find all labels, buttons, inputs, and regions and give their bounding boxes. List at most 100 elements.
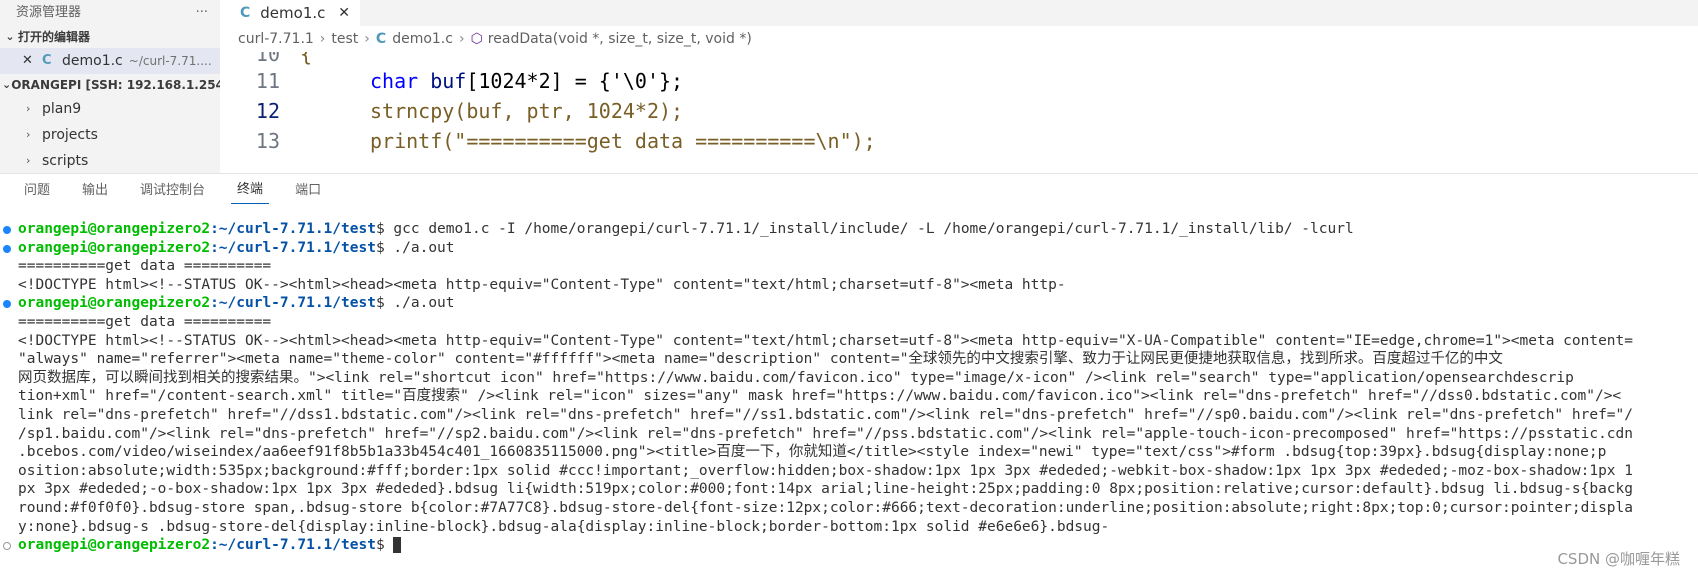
chevron-right-icon: › — [26, 154, 31, 167]
code-line: 10 { — [220, 52, 1698, 66]
output-text: <!DOCTYPE html><!--STATUS OK--><html><he… — [18, 276, 1066, 293]
watermark: CSDN @咖喱年糕 — [1557, 550, 1680, 568]
tab-ports[interactable]: 端口 — [289, 179, 327, 204]
terminal-output-line: link rel="dns-prefetch" href="//dss1.bds… — [0, 406, 1698, 425]
output-text: ==========get data ========== — [18, 258, 272, 275]
explorer-title: 资源管理器 — [16, 5, 82, 20]
close-icon[interactable]: ✕ — [22, 48, 42, 74]
bottom-panel: 问题 输出 调试控制台 终端 端口 orangepi@orangepizero2… — [0, 173, 1698, 587]
terminal[interactable]: orangepi@orangepizero2:~/curl-7.71.1/tes… — [0, 220, 1698, 580]
terminal-output-line: px 3px #ededed;-o-box-shadow:1px 1px 3px… — [0, 480, 1698, 499]
open-editor-path-hint: ~/curl-7.71.... — [128, 54, 212, 68]
c-file-icon: C — [240, 5, 251, 21]
chevron-right-icon: › — [458, 31, 465, 47]
prompt-path: :~/curl-7.71.1/test — [210, 221, 376, 237]
terminal-output-line: 网页数据库，可以瞬间找到相关的搜索结果。"><link rel="shortcu… — [0, 369, 1698, 388]
more-actions-icon[interactable]: ··· — [196, 0, 208, 26]
tab-problems[interactable]: 问题 — [18, 179, 56, 204]
folder-item-scripts[interactable]: › scripts — [0, 148, 220, 173]
terminal-prompt-line: orangepi@orangepizero2:~/curl-7.71.1/tes… — [0, 294, 1698, 313]
terminal-prompt-line: orangepi@orangepizero2:~/curl-7.71.1/tes… — [0, 220, 1698, 239]
code-text: char buf[1024*2] = {'\0'}; — [280, 66, 683, 96]
line-number: 13 — [255, 129, 280, 153]
breadcrumb-item[interactable]: curl-7.71.1 — [238, 26, 314, 52]
panel-tabs: 问题 输出 调试控制台 终端 端口 — [0, 174, 1698, 204]
folder-label: projects — [42, 127, 98, 143]
method-cube-icon: ⬡ — [470, 31, 483, 47]
output-text: y:none}.bdsug-s .bdsug-store-del{display… — [18, 518, 1110, 535]
output-text: osition:absolute;width:535px;background:… — [18, 462, 1634, 479]
c-file-icon: C — [42, 53, 52, 68]
chevron-right-icon: › — [26, 102, 31, 115]
chevron-down-icon: ⌄ — [2, 78, 12, 91]
remote-folder-section[interactable]: ⌄ ORANGEPI [SSH: 192.168.1.254] — [0, 74, 220, 96]
output-text: .bcebos.com/video/wiseindex/aa6eef91f8b5… — [18, 444, 1607, 461]
code-line: 12 strncpy(buf, ptr, 1024*2); — [220, 96, 1698, 126]
editor-tab-demo1[interactable]: C demo1.c ✕ — [220, 0, 360, 26]
prompt-command: $ ./a.out — [375, 239, 455, 256]
terminal-output-line: round:#f0f0f0}.bdsug-store span,.bdsug-s… — [0, 499, 1698, 518]
code-rest: [1024*2] = {'\0'}; — [466, 69, 684, 93]
breadcrumb-item[interactable]: readData(void *, size_t, size_t, void *) — [488, 26, 752, 52]
tab-output[interactable]: 输出 — [76, 179, 114, 204]
output-text: link rel="dns-prefetch" href="//dss1.bds… — [18, 406, 1634, 423]
terminal-prompt-line: orangepi@orangepizero2:~/curl-7.71.1/tes… — [0, 536, 1698, 555]
chevron-right-icon: › — [319, 31, 326, 47]
output-text: px 3px #ededed;-o-box-shadow:1px 1px 3px… — [18, 481, 1634, 498]
c-file-icon: C — [375, 31, 387, 47]
editor-tab-bar: C demo1.c ✕ — [220, 0, 1698, 26]
output-text: /sp1.baidu.com"/><link rel="dns-prefetch… — [18, 425, 1634, 442]
code-line: 11 char buf[1024*2] = {'\0'}; — [220, 66, 1698, 96]
chevron-down-icon: ⌄ — [5, 30, 15, 43]
open-editors-label: 打开的编辑器 — [18, 30, 91, 44]
prompt-user: orangepi@orangepizero2 — [18, 239, 211, 256]
terminal-output-line: .bcebos.com/video/wiseindex/aa6eef91f8b5… — [0, 443, 1698, 462]
output-text: tion+xml" href="/content-search.xml" tit… — [18, 388, 1622, 405]
folder-label: plan9 — [42, 101, 82, 117]
prompt-user: orangepi@orangepizero2 — [18, 221, 211, 237]
code-text: strncpy(buf, ptr, 1024*2); — [370, 99, 684, 123]
close-tab-icon[interactable]: ✕ — [338, 5, 350, 21]
line-number: 10 — [255, 52, 280, 66]
command-decoration-icon[interactable] — [3, 244, 11, 253]
explorer-title-row: 资源管理器 ··· — [0, 0, 220, 26]
chevron-right-icon: › — [364, 31, 370, 47]
tab-debug-console[interactable]: 调试控制台 — [134, 179, 211, 204]
line-number: 12 — [255, 99, 280, 123]
terminal-prompt-line: orangepi@orangepizero2:~/curl-7.71.1/tes… — [0, 239, 1698, 258]
breadcrumb-item[interactable]: test — [331, 26, 358, 52]
prompt-command: $ — [375, 537, 394, 554]
open-editors-section[interactable]: ⌄ 打开的编辑器 — [0, 26, 220, 48]
chevron-right-icon: › — [26, 128, 31, 141]
terminal-output-line: ==========get data ========== — [0, 257, 1698, 276]
command-decoration-icon[interactable] — [3, 300, 11, 309]
prompt-user: orangepi@orangepizero2 — [18, 537, 211, 554]
tab-terminal[interactable]: 终端 — [231, 178, 270, 204]
code-view[interactable]: 10 { 11 char buf[1024*2] = {'\0'}; 12 st… — [220, 52, 1698, 173]
output-text: ==========get data ========== — [18, 313, 272, 330]
folder-item-projects[interactable]: › projects — [0, 122, 220, 148]
open-editor-item[interactable]: ✕ C demo1.c ~/curl-7.71.... — [0, 48, 220, 74]
terminal-output-line: tion+xml" href="/content-search.xml" tit… — [0, 387, 1698, 406]
output-text: <!DOCTYPE html><!--STATUS OK--><html><he… — [18, 332, 1634, 349]
code-variable: buf — [418, 69, 467, 93]
breadcrumb-item[interactable]: demo1.c — [392, 26, 453, 52]
command-decoration-icon[interactable] — [3, 542, 11, 551]
terminal-output-line: "always" name="referrer"><meta name="the… — [0, 350, 1698, 369]
folder-item-plan9[interactable]: › plan9 — [0, 96, 220, 122]
prompt-path: :~/curl-7.71.1/test — [210, 295, 376, 312]
code-keyword: char — [370, 69, 419, 93]
code-text: printf("==========get data ==========\n"… — [370, 129, 876, 153]
breadcrumb: curl-7.71.1 › test › C demo1.c › ⬡ readD… — [220, 26, 1698, 52]
terminal-output-line: y:none}.bdsug-s .bdsug-store-del{display… — [0, 518, 1698, 537]
command-decoration-icon[interactable] — [3, 226, 11, 234]
terminal-output-line: <!DOCTYPE html><!--STATUS OK--><html><he… — [0, 276, 1698, 295]
open-editor-name: demo1.c — [62, 53, 123, 69]
code-line: 13 printf("==========get data ==========… — [220, 126, 1698, 156]
prompt-command: $ gcc demo1.c -I /home/orangepi/curl-7.7… — [375, 221, 1354, 237]
output-text: 网页数据库，可以瞬间找到相关的搜索结果。"><link rel="shortcu… — [18, 369, 1574, 386]
terminal-output-line: osition:absolute;width:535px;background:… — [0, 462, 1698, 481]
line-number: 11 — [255, 69, 280, 93]
output-text: "always" name="referrer"><meta name="the… — [18, 351, 1503, 368]
output-text: round:#f0f0f0}.bdsug-store span,.bdsug-s… — [18, 499, 1634, 516]
